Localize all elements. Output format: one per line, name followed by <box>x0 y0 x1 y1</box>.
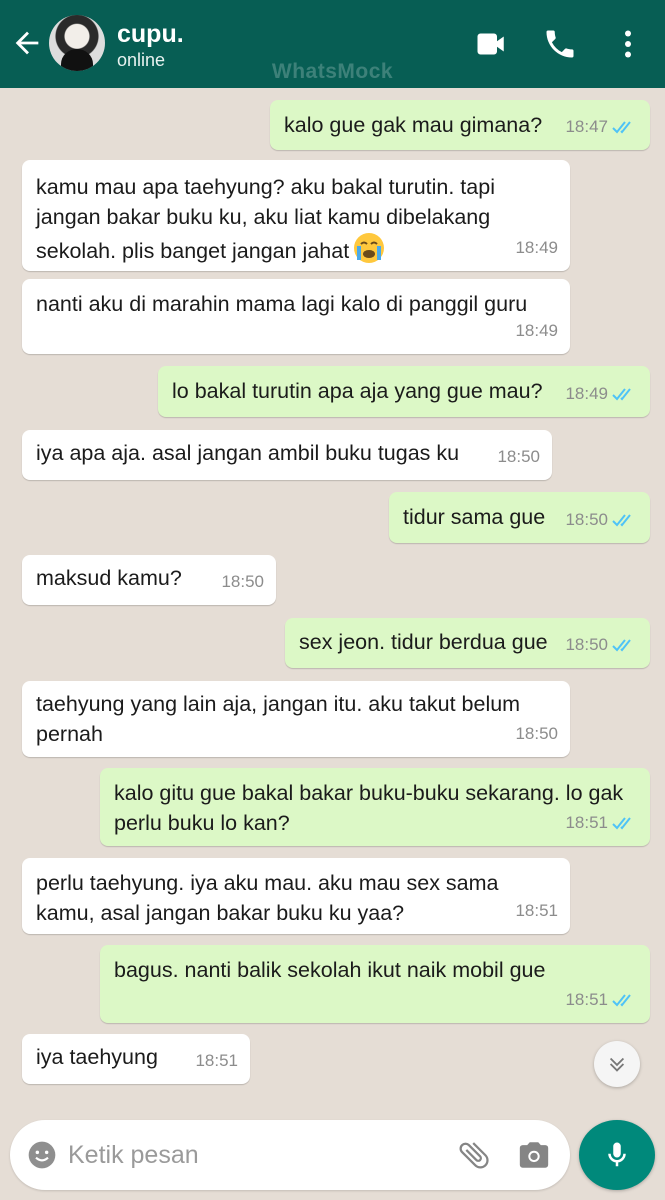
message-meta: 18:49 <box>515 233 558 263</box>
message-time: 18:50 <box>497 447 540 466</box>
arrow-left-icon[interactable] <box>10 26 44 60</box>
message-text: taehyung yang lain aja, jangan itu. aku … <box>36 692 521 746</box>
watermark: WhatsMock <box>271 60 394 83</box>
message-meta: 18:50 <box>565 505 638 535</box>
crying-face-icon <box>354 233 385 263</box>
message-meta: 18:49 <box>515 316 558 346</box>
message-time: 18:47 <box>565 117 608 136</box>
message-text-body: kamu mau apa taehyung? aku bakal turutin… <box>36 175 495 263</box>
message-time: 18:50 <box>565 635 608 654</box>
phone-icon[interactable] <box>540 26 580 62</box>
message-bubble-in[interactable]: taehyung yang lain aja, jangan itu. aku … <box>22 681 570 757</box>
message-bubble-in[interactable]: iya apa aja. asal jangan ambil buku tuga… <box>22 430 552 480</box>
message-time: 18:51 <box>565 990 608 1009</box>
message-time: 18:50 <box>565 510 608 529</box>
chevron-double-down-icon <box>609 1057 625 1072</box>
more-vert-icon[interactable] <box>610 26 646 62</box>
camera-icon[interactable] <box>517 1138 551 1172</box>
message-meta: 18:49 <box>565 379 638 409</box>
paperclip-icon[interactable] <box>456 1137 492 1173</box>
chat-header: cupu. online WhatsMock <box>0 0 665 88</box>
message-meta: 18:47 <box>565 112 638 142</box>
scroll-down-button[interactable] <box>594 1041 640 1087</box>
message-bubble-out[interactable]: lo bakal turutin apa aja yang gue mau? 1… <box>158 366 650 417</box>
message-text: nanti aku di marahin mama lagi kalo di p… <box>36 292 528 316</box>
message-bubble-in[interactable]: perlu taehyung. iya aku mau. aku mau sex… <box>22 858 570 934</box>
message-time: 18:49 <box>515 238 558 257</box>
contact-name[interactable]: cupu. <box>117 20 184 49</box>
message-bubble-out[interactable]: bagus. nanti balik sekolah ikut naik mob… <box>100 945 650 1023</box>
message-text: perlu taehyung. iya aku mau. aku mau sex… <box>36 871 499 925</box>
message-meta: 18:50 <box>221 567 264 597</box>
read-ticks-icon <box>612 817 631 830</box>
message-meta: 18:51 <box>515 896 558 926</box>
video-camera-icon[interactable] <box>471 26 511 62</box>
smiley-icon[interactable] <box>26 1139 58 1171</box>
message-meta: 18:50 <box>515 719 558 749</box>
message-bubble-in[interactable]: kamu mau apa taehyung? aku bakal turutin… <box>22 160 570 271</box>
message-time: 18:49 <box>565 384 608 403</box>
message-bubble-out[interactable]: kalo gue gak mau gimana? 18:47 <box>270 100 650 150</box>
read-ticks-icon <box>612 121 631 134</box>
message-text: bagus. nanti balik sekolah ikut naik mob… <box>114 958 546 982</box>
message-meta: 18:50 <box>565 630 638 660</box>
chat-area[interactable]: kalo gue gak mau gimana? 18:47 kamu mau … <box>0 88 665 1098</box>
read-ticks-icon <box>612 388 631 401</box>
message-time: 18:50 <box>221 572 264 591</box>
message-meta: 18:50 <box>497 442 540 472</box>
read-ticks-icon <box>612 514 631 527</box>
message-input[interactable] <box>68 1136 388 1174</box>
message-bubble-out[interactable]: sex jeon. tidur berdua gue 18:50 <box>285 618 650 668</box>
microphone-icon <box>608 1142 626 1167</box>
message-time: 18:49 <box>515 321 558 340</box>
message-text: kamu mau apa taehyung? aku bakal turutin… <box>36 172 540 266</box>
message-composer <box>10 1120 570 1190</box>
message-meta: 18:51 <box>565 808 638 838</box>
message-bubble-in[interactable]: maksud kamu? 18:50 <box>22 555 276 605</box>
message-time: 18:51 <box>515 901 558 920</box>
message-bubble-in[interactable]: nanti aku di marahin mama lagi kalo di p… <box>22 279 570 354</box>
message-meta: 18:51 <box>195 1046 238 1076</box>
message-bubble-out[interactable]: kalo gitu gue bakal bakar buku-buku seka… <box>100 768 650 846</box>
message-bubble-out[interactable]: tidur sama gue 18:50 <box>389 492 650 543</box>
read-ticks-icon <box>612 639 631 652</box>
message-time: 18:51 <box>565 813 608 832</box>
message-meta: 18:51 <box>565 985 638 1015</box>
read-ticks-icon <box>612 994 631 1007</box>
message-time: 18:50 <box>515 724 558 743</box>
message-bubble-in[interactable]: iya taehyung 18:51 <box>22 1034 250 1084</box>
mic-button[interactable] <box>579 1120 655 1190</box>
message-text: iya apa aja. asal jangan ambil buku tuga… <box>36 441 460 465</box>
message-text: kalo gitu gue bakal bakar buku-buku seka… <box>114 781 624 835</box>
message-time: 18:51 <box>195 1051 238 1070</box>
